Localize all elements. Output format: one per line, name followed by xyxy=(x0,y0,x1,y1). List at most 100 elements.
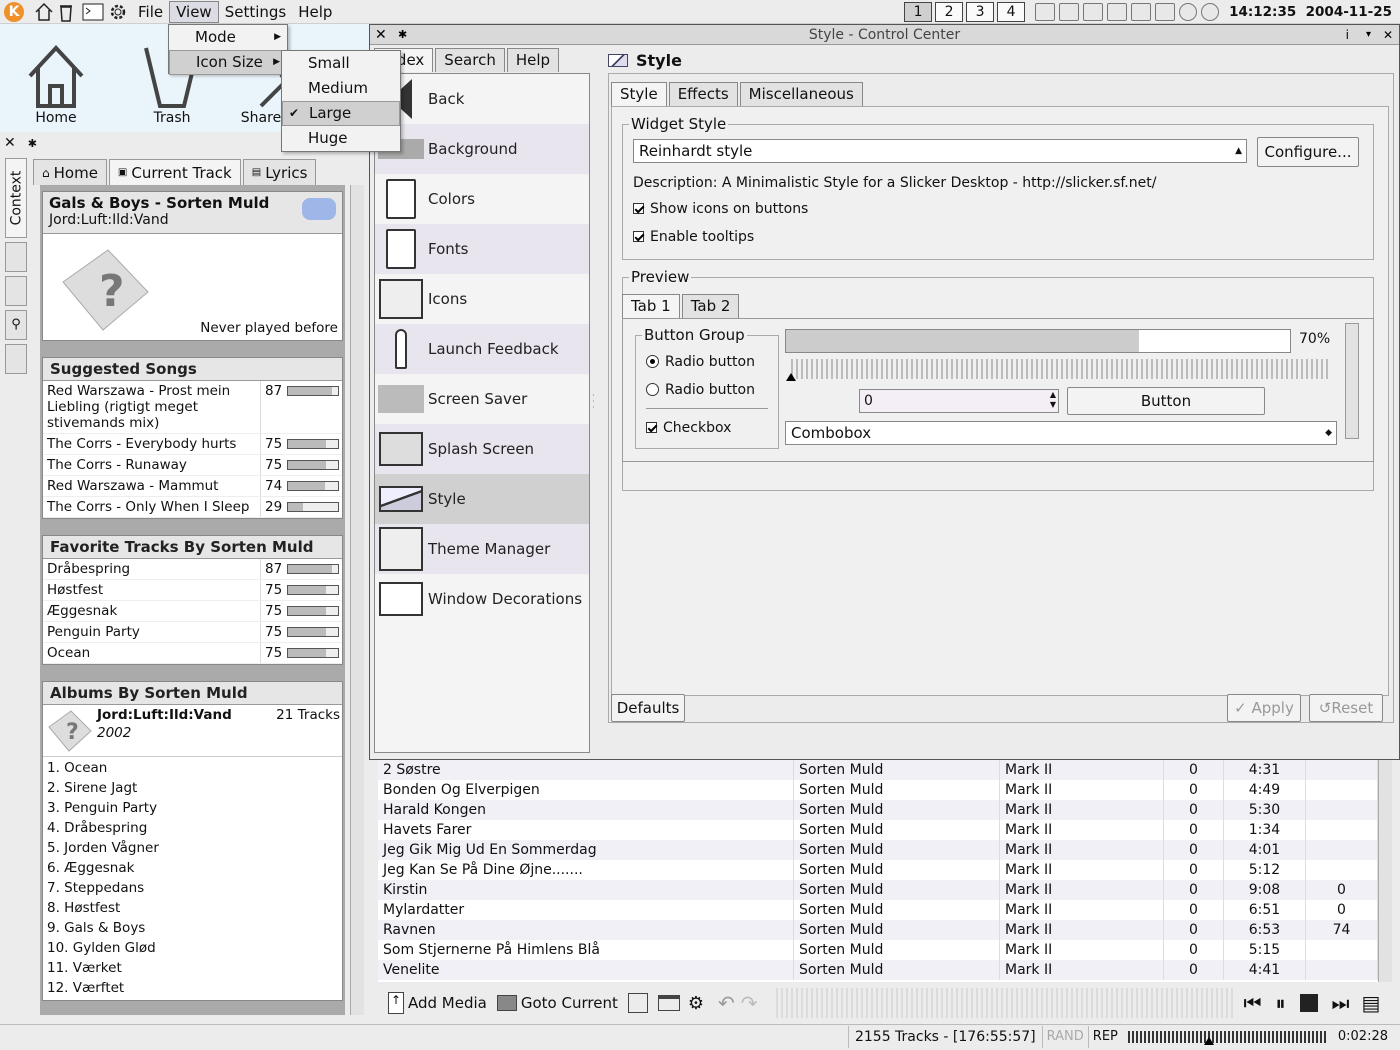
info-icon[interactable]: i xyxy=(1346,25,1349,45)
radio-button-2[interactable]: Radio button xyxy=(646,382,755,398)
reset-button[interactable]: ↺Reset xyxy=(1309,694,1383,722)
album-track-item[interactable]: 7. Steppedans xyxy=(43,879,342,899)
pin-icon[interactable]: ✱ xyxy=(398,25,407,45)
pin-icon[interactable]: ✱ xyxy=(28,137,37,150)
vtab-search[interactable]: ⚲ xyxy=(5,310,27,340)
playlist-row[interactable]: Mylardatter Sorten Muld Mark II 0 6:51 0 xyxy=(378,900,1378,920)
album-track-item[interactable]: 9. Gals & Boys xyxy=(43,919,342,939)
close-window-icon[interactable]: ✕ xyxy=(1383,25,1393,45)
playlist-row[interactable]: Som Stjernerne På Himlens Blå Sorten Muld… xyxy=(378,940,1378,960)
clipboard-tray-icon[interactable] xyxy=(1059,2,1080,21)
album-track-item[interactable]: 5. Jorden Vågner xyxy=(43,839,342,859)
vtab-playlists[interactable] xyxy=(5,276,27,306)
module-item-screen-saver[interactable]: Screen Saver xyxy=(375,374,589,424)
album-track-item[interactable]: 12. Værftet xyxy=(43,979,342,999)
module-item-window-decorations[interactable]: Window Decorations xyxy=(375,574,589,624)
desktop-3-button[interactable]: 3 xyxy=(966,1,995,22)
keyboard-tray-icon[interactable] xyxy=(1155,2,1176,21)
album-track-item[interactable]: 8. Høstfest xyxy=(43,899,342,919)
tab-2[interactable]: Tab 2 xyxy=(681,294,740,318)
volume-tray-icon[interactable] xyxy=(1201,2,1220,21)
vtab-collection[interactable] xyxy=(5,242,27,272)
preview-slider[interactable] xyxy=(791,359,1331,379)
list-item[interactable]: The Corrs - Everybody hurts 75 xyxy=(43,434,342,455)
radio-button-1[interactable]: Radio button xyxy=(646,354,755,370)
album-track-item[interactable]: 3. Penguin Party xyxy=(43,799,342,819)
home-icon[interactable] xyxy=(34,2,54,22)
list-item[interactable]: Penguin Party 75 xyxy=(43,622,342,643)
playlist-row[interactable]: Venelite Sorten Muld Mark II 0 4:41 xyxy=(378,960,1378,980)
menu-file[interactable]: File xyxy=(132,0,169,24)
tab-style[interactable]: Style xyxy=(611,82,667,106)
menu-settings[interactable]: Settings xyxy=(219,0,293,24)
tab-current-track[interactable]: ▣ Current Track xyxy=(108,159,241,185)
preview-checkbox[interactable]: Checkbox xyxy=(646,420,731,436)
preview-combobox[interactable]: Combobox ◆ xyxy=(785,421,1337,445)
enable-tooltips-checkbox[interactable]: Enable tooltips xyxy=(633,229,754,245)
spin-arrows-icon[interactable]: ▲ ▼ xyxy=(1050,390,1056,410)
window-icon[interactable] xyxy=(657,995,680,1011)
lastfm-icon[interactable] xyxy=(302,198,336,220)
trash-icon[interactable] xyxy=(58,2,74,22)
repeat-toggle[interactable]: REP xyxy=(1087,1025,1122,1048)
module-item-launch-feedback[interactable]: Launch Feedback xyxy=(375,324,589,374)
preview-spinbox[interactable]: 0 ▲ ▼ xyxy=(859,389,1059,413)
slider-handle[interactable] xyxy=(786,373,796,381)
playlist-row[interactable]: 2 Søstre Sorten Muld Mark II 0 4:31 xyxy=(378,760,1378,780)
defaults-button[interactable]: Defaults xyxy=(611,694,685,722)
desktop-4-button[interactable]: 4 xyxy=(997,1,1026,22)
menu-item-small[interactable]: Small xyxy=(282,51,400,76)
album-track-item[interactable]: 11. Værket xyxy=(43,959,342,979)
printer-tray-icon[interactable] xyxy=(1107,2,1128,21)
window-titlebar[interactable]: ✕ ✱ Style - Control Center i ▾ ✕ xyxy=(370,25,1399,45)
module-item-colors[interactable]: Colors xyxy=(375,174,589,224)
menu-item-mode[interactable]: Mode ▶ xyxy=(169,25,287,50)
terminal-icon[interactable] xyxy=(82,3,104,21)
tab-lyrics[interactable]: ▤ Lyrics xyxy=(242,159,317,185)
apply-button[interactable]: ✓ Apply xyxy=(1227,694,1301,722)
module-item-theme-manager[interactable]: Theme Manager xyxy=(375,524,589,574)
random-toggle[interactable]: RAND xyxy=(1041,1025,1088,1048)
network-tray-icon[interactable] xyxy=(1035,2,1056,21)
playlist-row[interactable]: Havets Farer Sorten Muld Mark II 0 1:34 xyxy=(378,820,1378,840)
minimize-icon[interactable]: ▾ xyxy=(1366,25,1371,45)
list-item[interactable]: The Corrs - Only When I Sleep 29 xyxy=(43,497,342,518)
stop-icon[interactable] xyxy=(1299,994,1318,1012)
playlist-row[interactable]: Kirstin Sorten Muld Mark II 0 9:08 0 xyxy=(378,880,1378,900)
configure-button[interactable]: Configure... xyxy=(1257,137,1359,167)
tab-miscellaneous[interactable]: Miscellaneous xyxy=(739,82,863,106)
list-item[interactable]: Red Warszawa - Prost mein Liebling (rigt… xyxy=(43,381,342,434)
module-item-background[interactable]: Background xyxy=(375,124,589,174)
playlist-row[interactable]: Jeg Gik Mig Ud En Sommerdag Sorten Muld Ma… xyxy=(378,840,1378,860)
module-item-style[interactable]: Style xyxy=(375,474,589,524)
album-track-item[interactable]: 4. Dråbespring xyxy=(43,819,342,839)
current-track-album[interactable]: Jord:Luft:Ild:Vand xyxy=(49,212,336,228)
tab-search[interactable]: Search xyxy=(435,48,505,72)
album-track-item[interactable]: 10. Gylden Glød xyxy=(43,939,342,959)
playlist-row[interactable]: Jeg Kan Se På Dine Øjne....... Sorten Mul… xyxy=(378,860,1378,880)
list-item[interactable]: Æggesnak 75 xyxy=(43,601,342,622)
list-item[interactable]: Ocean 75 xyxy=(43,643,342,664)
close-icon[interactable]: ✕ xyxy=(375,25,387,45)
next-track-icon[interactable]: ⏭ xyxy=(1332,991,1350,1015)
context-scrollbar[interactable] xyxy=(350,185,364,1015)
list-item[interactable]: Dråbespring 87 xyxy=(43,559,342,580)
menu-item-huge[interactable]: Huge xyxy=(282,126,400,151)
playlist-scrollbar[interactable] xyxy=(1378,760,1392,982)
preview-scrollbar[interactable] xyxy=(1345,323,1359,439)
redo-icon[interactable]: ↷ xyxy=(741,991,758,1015)
settings-gear-icon[interactable] xyxy=(108,2,128,22)
volume-icon[interactable]: ▤ xyxy=(1362,991,1381,1015)
playlist-row[interactable]: Ravnen Sorten Muld Mark II 0 6:53 74 xyxy=(378,920,1378,940)
desktop-1-button[interactable]: 1 xyxy=(904,1,933,22)
clock[interactable]: 14:12:35 2004-11-25 xyxy=(1229,4,1392,20)
list-item[interactable]: The Corrs - Runaway 75 xyxy=(43,455,342,476)
preview-button[interactable]: Button xyxy=(1067,387,1265,415)
desktop-2-button[interactable]: 2 xyxy=(935,1,964,22)
pause-icon[interactable]: ⏸ xyxy=(1276,991,1286,1015)
album-track-item[interactable]: 6. Æggesnak xyxy=(43,859,342,879)
album-track-item[interactable]: 2. Sirene Jagt xyxy=(43,779,342,799)
save-icon[interactable] xyxy=(627,993,648,1013)
module-item-splash-screen[interactable]: Splash Screen xyxy=(375,424,589,474)
vtab-context[interactable]: Context xyxy=(5,158,27,238)
